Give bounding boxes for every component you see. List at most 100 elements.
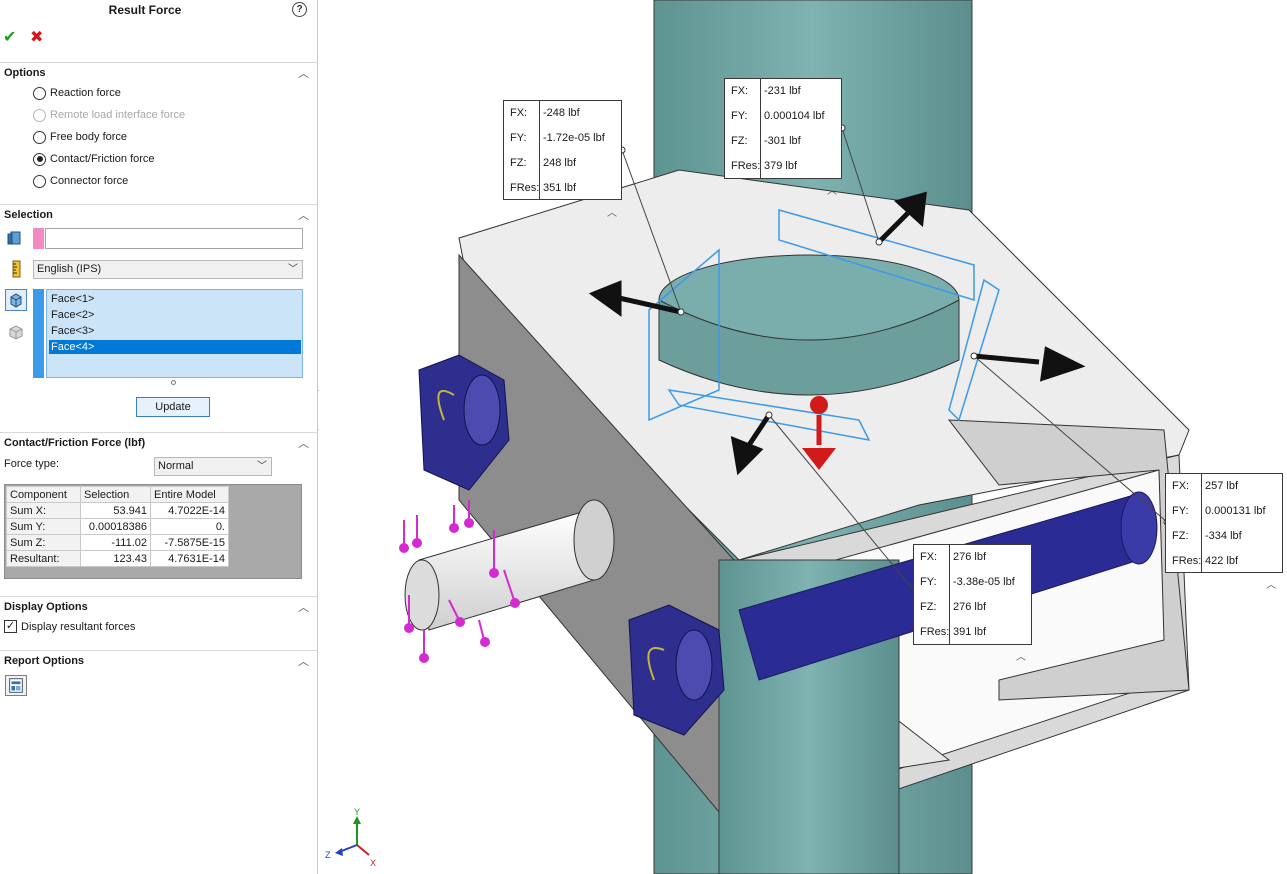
callout-key: FZ:: [510, 157, 527, 169]
radio-button[interactable]: [33, 86, 46, 100]
force-type-value: Normal: [158, 460, 194, 472]
triad-z-label: Z: [325, 850, 331, 860]
callout-key: FY:: [731, 110, 748, 122]
cancel-x-icon[interactable]: ✖: [30, 27, 43, 47]
callout-key: FZ:: [731, 135, 748, 147]
radio-contact-friction-force[interactable]: Contact/Friction force: [33, 151, 155, 167]
force-callout-face4[interactable]: FX: 276 lbf FY: -3.38e-05 lbf FZ: 276 lbf F…: [913, 544, 1032, 645]
radio-label: Reaction force: [50, 87, 121, 99]
callout-value: 0.000104 lbf: [764, 110, 825, 122]
nut-lower-face: [675, 629, 713, 701]
table-cell: -111.02: [80, 534, 151, 551]
callout-key: FRes:: [510, 182, 540, 194]
table-cell: Sum Z:: [6, 534, 81, 551]
collapse-chevron-icon[interactable]: ︿: [298, 65, 309, 81]
callout-key: FY:: [1172, 505, 1189, 517]
title-bar: Result Force ?: [0, 0, 318, 22]
face-list-color-bar: [33, 289, 44, 378]
radio-button[interactable]: [33, 130, 46, 144]
results-table-container: Component Selection Entire Model Sum X: …: [4, 484, 302, 579]
collapse-chevron-icon[interactable]: ︿: [298, 599, 309, 615]
face-list-item-selected[interactable]: Face<4>: [49, 340, 301, 354]
callout-key: FZ:: [1172, 530, 1189, 542]
graphics-viewport[interactable]: Y Z X FX: -248 lbf FY: -1.72e-05 lbf FZ: 24…: [319, 0, 1287, 874]
reference-point-sphere: [810, 396, 828, 414]
table-cell: 4.7631E-14: [150, 550, 229, 567]
callout-key: FX:: [1172, 480, 1190, 492]
pin-end-face: [404, 559, 440, 631]
contact-header-label: Contact/Friction Force (lbf): [4, 437, 146, 449]
radio-connector-force[interactable]: Connector force: [33, 173, 128, 189]
radio-button[interactable]: [33, 174, 46, 188]
display-resultant-forces-checkbox[interactable]: ✓: [4, 620, 17, 633]
report-header-label: Report Options: [4, 655, 85, 667]
radio-label: Contact/Friction force: [50, 153, 155, 165]
display-resultant-forces-row[interactable]: ✓ Display resultant forces: [4, 620, 135, 633]
radio-button: [33, 108, 46, 122]
face-list-item[interactable]: Face<1>: [49, 292, 301, 306]
options-header-label: Options: [4, 67, 46, 79]
body-select-icon[interactable]: [7, 323, 25, 341]
callout-key: FRes:: [1172, 555, 1202, 567]
radio-label: Connector force: [50, 175, 129, 187]
callout-key: FRes:: [920, 626, 950, 638]
component-select-icon: [7, 231, 21, 245]
table-cell: 0.00018386: [80, 518, 151, 535]
radio-remote-load-interface-force: Remote load interface force: [33, 107, 185, 123]
help-icon[interactable]: ?: [292, 2, 307, 17]
callout-collapse-chevron-icon[interactable]: ︿: [827, 182, 837, 197]
column-header: Entire Model: [150, 486, 229, 503]
chevron-down-icon: ﹀: [257, 461, 267, 472]
axis-triad: Y Z X: [325, 807, 376, 868]
results-table: Component Selection Entire Model Sum X: …: [6, 486, 229, 567]
force-type-dropdown[interactable]: Normal ﹀: [154, 457, 272, 476]
force-callout-face2[interactable]: FX: -231 lbf FY: 0.000104 lbf FZ: -301 lbf …: [724, 78, 842, 179]
table-row: Sum Y: 0.00018386 0.: [6, 518, 229, 535]
radio-free-body-force[interactable]: Free body force: [33, 129, 127, 145]
radio-label: Free body force: [50, 131, 128, 143]
units-dropdown[interactable]: English (IPS) ﹀: [33, 260, 303, 279]
callout-value: -1.72e-05 lbf: [543, 132, 605, 144]
callout-collapse-chevron-icon[interactable]: ︿: [1016, 648, 1026, 663]
update-button[interactable]: Update: [136, 397, 210, 417]
callout-value: 422 lbf: [1205, 555, 1239, 567]
callout-value: 391 lbf: [953, 626, 987, 638]
force-callout-face1[interactable]: FX: -248 lbf FY: -1.72e-05 lbf FZ: 248 lbf …: [503, 100, 622, 200]
resize-handle-icon[interactable]: [171, 380, 176, 385]
units-value: English (IPS): [37, 263, 102, 275]
callout-collapse-chevron-icon[interactable]: ︿: [607, 204, 617, 219]
column-header: Component: [6, 486, 81, 503]
collapse-chevron-icon[interactable]: ︿: [298, 207, 309, 223]
collapse-chevron-icon[interactable]: ︿: [298, 653, 309, 669]
contact-friction-section-header[interactable]: Contact/Friction Force (lbf) ︿: [0, 432, 318, 452]
report-icon[interactable]: [5, 675, 27, 696]
report-options-section-header[interactable]: Report Options ︿: [0, 650, 318, 670]
force-callout-face3[interactable]: FX: 257 lbf FY: 0.000131 lbf FZ: -334 lbf F…: [1165, 473, 1283, 573]
selection-input[interactable]: [45, 228, 303, 249]
face-list-item[interactable]: Face<2>: [49, 308, 301, 322]
callout-key: FY:: [510, 132, 527, 144]
callout-collapse-chevron-icon[interactable]: ︿: [1266, 576, 1276, 591]
ok-check-icon[interactable]: ✔: [3, 27, 16, 47]
collapse-chevron-icon[interactable]: ︿: [298, 435, 309, 451]
callout-value: 379 lbf: [764, 160, 798, 172]
table-cell: 123.43: [80, 550, 151, 567]
display-options-section-header[interactable]: Display Options ︿: [0, 596, 318, 616]
table-row: Sum X: 53.941 4.7022E-14: [6, 502, 229, 519]
face-select-icon[interactable]: [5, 289, 27, 311]
radio-button-checked[interactable]: [33, 152, 46, 166]
column-header: Selection: [80, 486, 151, 503]
table-cell: 4.7022E-14: [150, 502, 229, 519]
property-manager: Result Force ? ✔ ✖ Options ︿ Reaction fo…: [0, 0, 318, 874]
triad-x-label: X: [370, 858, 376, 868]
selection-section-header[interactable]: Selection ︿: [0, 204, 318, 224]
table-header-row: Component Selection Entire Model: [6, 486, 229, 503]
table-row: Sum Z: -111.02 -7.5875E-15: [6, 534, 229, 551]
callout-value: -334 lbf: [1205, 530, 1242, 542]
chevron-down-icon: ﹀: [288, 264, 298, 275]
radio-label: Remote load interface force: [50, 109, 186, 121]
face-list-item[interactable]: Face<3>: [49, 324, 301, 338]
options-section-header[interactable]: Options ︿: [0, 62, 318, 82]
face-list[interactable]: Face<1> Face<2> Face<3> Face<4>: [46, 289, 303, 378]
radio-reaction-force[interactable]: Reaction force: [33, 85, 121, 101]
